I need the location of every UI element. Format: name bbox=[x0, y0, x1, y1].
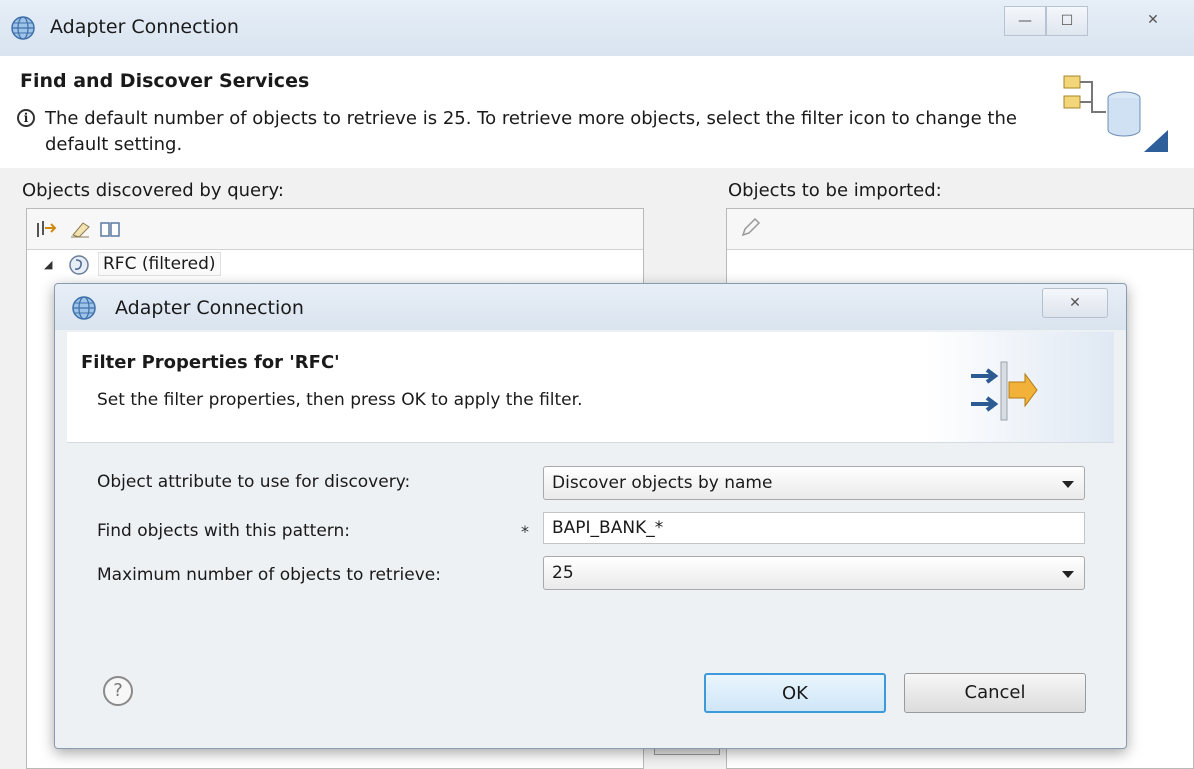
attribute-select-value: Discover objects by name bbox=[552, 473, 773, 493]
max-objects-label: Maximum number of objects to retrieve: bbox=[97, 565, 441, 585]
page-title: Find and Discover Services bbox=[20, 70, 310, 92]
globe-icon bbox=[72, 296, 96, 320]
edit-pencil-icon[interactable] bbox=[739, 217, 761, 239]
eraser-icon[interactable] bbox=[69, 219, 91, 239]
pattern-label: Find objects with this pattern: bbox=[97, 521, 350, 541]
book-icon[interactable] bbox=[99, 219, 121, 239]
dialog-close-button[interactable]: ✕ bbox=[1042, 288, 1108, 318]
info-message: The default number of objects to retriev… bbox=[45, 108, 1017, 155]
info-icon: i bbox=[17, 109, 35, 127]
attribute-label: Object attribute to use for discovery: bbox=[97, 472, 411, 492]
discovered-objects-label: Objects discovered by query: bbox=[22, 180, 284, 201]
cancel-button[interactable]: Cancel bbox=[904, 673, 1086, 713]
attribute-select[interactable]: Discover objects by name bbox=[543, 466, 1085, 500]
ok-button[interactable]: OK bbox=[704, 673, 886, 713]
filter-properties-dialog: Adapter Connection ✕ Filter Properties f… bbox=[54, 283, 1127, 749]
dialog-title: Adapter Connection bbox=[115, 297, 304, 319]
required-marker: * bbox=[521, 522, 529, 541]
discovery-wizard-icon bbox=[1063, 75, 1168, 152]
discovered-objects-toolbar bbox=[27, 209, 643, 250]
rfc-node-icon bbox=[69, 255, 89, 275]
tree-node-label: RFC (filtered) bbox=[98, 252, 221, 276]
dialog-heading: Filter Properties for 'RFC' bbox=[81, 352, 340, 373]
expand-arrow-icon[interactable]: ◢ bbox=[44, 258, 52, 271]
pattern-input[interactable]: BAPI_BANK_* bbox=[543, 512, 1085, 544]
close-button[interactable]: ✕ bbox=[1132, 6, 1174, 36]
minimize-button[interactable]: — bbox=[1004, 6, 1046, 36]
help-icon[interactable]: ? bbox=[103, 676, 133, 706]
max-objects-select-value: 25 bbox=[552, 563, 574, 583]
dialog-header: Filter Properties for 'RFC' Set the filt… bbox=[67, 332, 1114, 443]
maximize-button[interactable]: ☐ bbox=[1046, 6, 1088, 36]
filter-apply-icon bbox=[971, 361, 1038, 421]
globe-icon bbox=[11, 16, 35, 40]
filter-icon[interactable] bbox=[35, 219, 57, 239]
dialog-title-bar: Adapter Connection ✕ bbox=[55, 284, 1126, 330]
imported-objects-toolbar bbox=[727, 209, 1193, 250]
chevron-down-icon bbox=[1062, 571, 1074, 578]
dialog-subtitle: Set the filter properties, then press OK… bbox=[97, 390, 583, 410]
main-title-bar: Adapter Connection — ☐ ✕ bbox=[0, 0, 1194, 56]
imported-objects-label: Objects to be imported: bbox=[728, 180, 942, 201]
chevron-down-icon bbox=[1062, 481, 1074, 488]
window-title: Adapter Connection bbox=[50, 16, 239, 38]
max-objects-select[interactable]: 25 bbox=[543, 556, 1085, 590]
pattern-input-value: BAPI_BANK_* bbox=[552, 518, 664, 538]
